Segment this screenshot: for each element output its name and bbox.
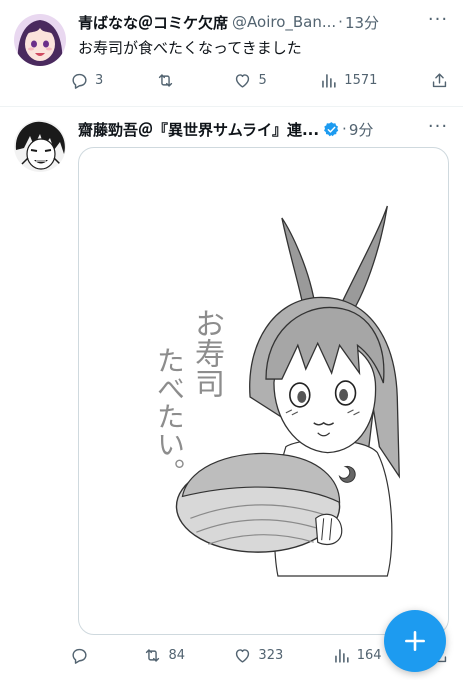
tweet-2[interactable]: 齋藤勁吾＠『異世界サムライ』連... · 9分 ··· お寿司 たべたい。 84… <box>0 107 463 680</box>
like-count: 5 <box>258 72 267 88</box>
retweet-count: 84 <box>168 647 185 663</box>
tweet-header: 青ばなな＠コミケ欠席 @Aoiro_Ban... · 13分 <box>78 11 449 33</box>
display-name[interactable]: 齋藤勁吾＠『異世界サムライ』連... <box>78 119 319 140</box>
compose-fab-button[interactable] <box>384 610 446 672</box>
views-count: 1571 <box>344 72 378 88</box>
views-button[interactable]: 164 <box>332 646 382 665</box>
separator-dot: · <box>338 13 343 31</box>
views-count: 164 <box>356 647 382 663</box>
retweet-icon <box>146 648 160 662</box>
manga-avatar-icon <box>14 120 66 172</box>
verified-badge-icon <box>324 121 339 136</box>
anime-avatar-icon <box>14 14 66 66</box>
views-chart-icon <box>334 648 349 663</box>
share-button[interactable] <box>430 71 449 90</box>
heart-icon <box>236 73 250 88</box>
separator-dot: · <box>342 120 347 138</box>
heart-icon <box>236 648 250 663</box>
display-name[interactable]: 青ばなな＠コミケ欠席 <box>78 12 228 33</box>
image-caption-line2: たべたい。 <box>153 346 186 486</box>
retweet-button[interactable] <box>156 71 181 90</box>
reply-button[interactable] <box>70 646 95 665</box>
avatar[interactable] <box>14 120 66 172</box>
reply-button[interactable]: 3 <box>70 71 103 90</box>
reply-icon <box>72 73 87 89</box>
retweet-icon <box>158 73 173 87</box>
plus-icon <box>405 631 425 651</box>
more-options-icon[interactable]: ··· <box>427 11 449 35</box>
views-chart-icon <box>322 73 336 88</box>
timestamp[interactable]: 13分 <box>345 12 379 33</box>
like-count: 323 <box>258 647 284 663</box>
timestamp[interactable]: 9分 <box>349 119 374 140</box>
more-options-icon[interactable]: ··· <box>427 118 449 142</box>
reply-count: 3 <box>95 72 104 88</box>
retweet-button[interactable]: 84 <box>143 646 185 665</box>
like-button[interactable]: 323 <box>233 646 283 665</box>
sushi-girl-sketch-image <box>175 205 400 577</box>
reply-icon <box>72 648 87 664</box>
avatar[interactable] <box>14 14 66 66</box>
handle[interactable]: @Aoiro_Ban... <box>232 13 336 31</box>
tweet-actions: 3 5 1571 <box>70 68 449 92</box>
tweet-image[interactable]: お寿司 たべたい。 <box>78 147 449 635</box>
share-icon <box>432 72 447 87</box>
like-button[interactable]: 5 <box>233 71 267 90</box>
tweet-header: 齋藤勁吾＠『異世界サムライ』連... · 9分 <box>78 118 449 140</box>
image-caption-line1: お寿司 <box>189 308 224 398</box>
tweet-1[interactable]: 青ばなな＠コミケ欠席 @Aoiro_Ban... · 13分 ··· お寿司が食… <box>0 0 463 106</box>
tweet-text: お寿司が食べたくなってきました <box>78 39 302 57</box>
views-button[interactable]: 1571 <box>319 71 377 90</box>
